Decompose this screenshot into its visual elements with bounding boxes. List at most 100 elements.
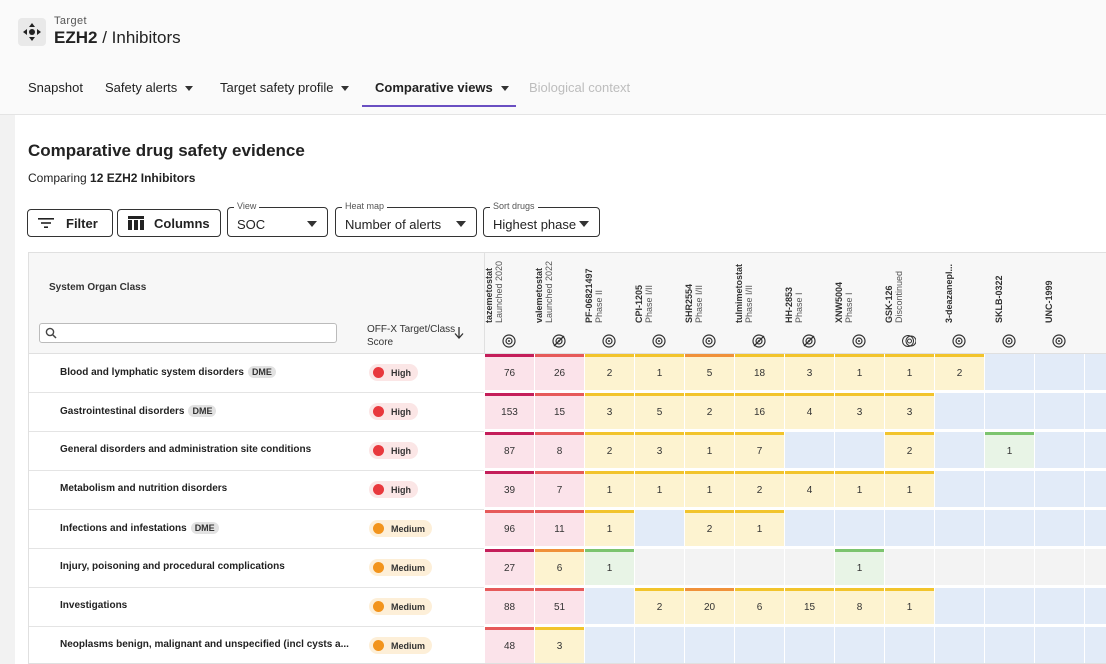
tab-safety-alerts[interactable]: Safety alerts [105,80,194,106]
drug-column-shr2554[interactable]: SHR2554 Phase I/II [684,253,734,353]
tab-target-safety-profile[interactable]: Target safety profile [220,80,350,106]
tab-comparative-views[interactable]: Comparative views [375,80,509,106]
target-name[interactable]: EZH2 [54,28,97,47]
heatmap-cell[interactable]: 5 [635,393,684,429]
drug-column-tulmimetostat[interactable]: tulmimetostat Phase I/II [734,253,784,353]
heatmap-cell[interactable]: 15 [535,393,584,429]
drug-name: CPI-1205 [634,284,644,323]
heatmap-cell[interactable]: 3 [635,432,684,468]
heatmap-cell[interactable]: 48 [485,627,534,663]
heatmap-cell [635,510,684,546]
target-multi-icon [902,334,917,348]
drug-column-3-deazanepl[interactable]: 3-deazanepl... [934,253,984,353]
heatmap-cell[interactable]: 2 [585,432,634,468]
heatmap-cell[interactable]: 96 [485,510,534,546]
drug-column-cpi-1205[interactable]: CPI-1205 Phase I/II [634,253,684,353]
table-row[interactable]: Gastrointestinal disorders DME High [29,392,484,432]
heatmap-cell[interactable]: 1 [585,471,634,507]
score-dot-icon [373,523,384,534]
heatmap-cell[interactable]: 8 [535,432,584,468]
heatmap-select[interactable]: Heat map Number of alerts [335,201,477,237]
heatmap-cell[interactable]: 15 [785,588,834,624]
heatmap-cell[interactable]: 6 [535,549,584,585]
heatmap-cell[interactable]: 2 [885,432,934,468]
heatmap-cell[interactable]: 87 [485,432,534,468]
heatmap-cell[interactable]: 1 [635,471,684,507]
heatmap-cell[interactable]: 2 [935,354,984,390]
columns-button[interactable]: Columns [117,209,221,237]
target-icon [702,334,716,348]
soc-name: Blood and lymphatic system disorders DME [60,366,276,378]
heatmap-cell[interactable]: 1 [635,354,684,390]
table-row[interactable]: Blood and lymphatic system disorders DME H… [29,353,484,393]
heatmap-cell[interactable]: 2 [735,471,784,507]
heatmap-cell[interactable]: 39 [485,471,534,507]
filter-button[interactable]: Filter [27,209,113,237]
drug-column-label: 3-deazanepl... [944,264,954,323]
breadcrumb-label: Target [54,15,87,27]
heatmap-cell[interactable]: 51 [535,588,584,624]
heatmap-cell[interactable]: 2 [685,510,734,546]
table-row[interactable]: Investigations Medium [29,587,484,627]
heatmap-cell[interactable]: 2 [635,588,684,624]
view-select[interactable]: View SOC [227,201,328,237]
drug-column-xnw5004[interactable]: XNW5004 Phase I [834,253,884,353]
heatmap-cell[interactable]: 27 [485,549,534,585]
heatmap-cell[interactable]: 2 [685,393,734,429]
table-row[interactable]: General disorders and administration sit… [29,431,484,471]
heatmap-cell[interactable]: 7 [735,432,784,468]
score-badge: High [369,403,418,420]
heatmap-cell[interactable]: 1 [685,432,734,468]
drug-column-sklb-0322[interactable]: SKLB-0322 [984,253,1034,353]
heatmap-cell[interactable]: 1 [585,549,634,585]
drug-column-valemetostat[interactable]: valemetostat Launched 2022 [534,253,584,353]
heatmap-cell[interactable]: 3 [835,393,884,429]
heatmap-cell[interactable]: 1 [685,471,734,507]
heatmap-cell[interactable]: 2 [585,354,634,390]
table-row[interactable]: Metabolism and nutrition disorders High [29,470,484,510]
sort-descending-icon[interactable] [454,327,464,339]
heatmap-cell[interactable]: 3 [885,393,934,429]
heatmap-cell[interactable]: 8 [835,588,884,624]
heatmap-cell[interactable]: 7 [535,471,584,507]
heatmap-cell[interactable]: 1 [735,510,784,546]
heatmap-cell[interactable]: 1 [835,354,884,390]
heatmap-cell[interactable]: 1 [835,471,884,507]
heatmap-cell[interactable]: 153 [485,393,534,429]
score-column-header[interactable]: OFF-X Target/Class Score [367,323,455,349]
heatmap-cell[interactable]: 3 [535,627,584,663]
heatmap-cell[interactable]: 88 [485,588,534,624]
drug-column-tazemetostat[interactable]: tazemetostat Launched 2020 [484,253,534,353]
heatmap-cell[interactable]: 11 [535,510,584,546]
heatmap-cell[interactable]: 3 [585,393,634,429]
tab-snapshot[interactable]: Snapshot [28,80,83,106]
heatmap-cell[interactable]: 1 [585,510,634,546]
drug-column-hh-2853[interactable]: HH-2853 Phase I [784,253,834,353]
heatmap-cell[interactable]: 76 [485,354,534,390]
soc-search-input[interactable] [39,323,337,343]
drug-phase: Discontinued [894,270,904,323]
heatmap-cell[interactable]: 1 [985,432,1034,468]
heatmap-cell[interactable]: 20 [685,588,734,624]
heatmap-cell [635,549,684,585]
heatmap-cell[interactable]: 1 [885,588,934,624]
heatmap-cell[interactable]: 4 [785,393,834,429]
sort-drugs-select[interactable]: Sort drugs Highest phase [483,201,600,237]
heatmap-cell [985,354,1034,390]
heatmap-cell[interactable]: 3 [785,354,834,390]
table-row[interactable]: Infections and infestations DME Medium [29,509,484,549]
heatmap-cell[interactable]: 5 [685,354,734,390]
heatmap-cell[interactable]: 18 [735,354,784,390]
heatmap-cell[interactable]: 1 [885,354,934,390]
table-row[interactable]: Injury, poisoning and procedural complic… [29,548,484,588]
drug-column-unc-1999[interactable]: UNC-1999 [1034,253,1084,353]
heatmap-cell[interactable]: 16 [735,393,784,429]
table-row[interactable]: Neoplasms benign, malignant and unspecif… [29,626,484,663]
heatmap-cell[interactable]: 4 [785,471,834,507]
drug-column-pf-06821497[interactable]: PF-06821497 Phase II [584,253,634,353]
heatmap-cell[interactable]: 6 [735,588,784,624]
heatmap-cell[interactable]: 26 [535,354,584,390]
heatmap-cell[interactable]: 1 [885,471,934,507]
drug-column-gsk-126[interactable]: GSK-126 Discontinued [884,253,934,353]
heatmap-cell[interactable]: 1 [835,549,884,585]
